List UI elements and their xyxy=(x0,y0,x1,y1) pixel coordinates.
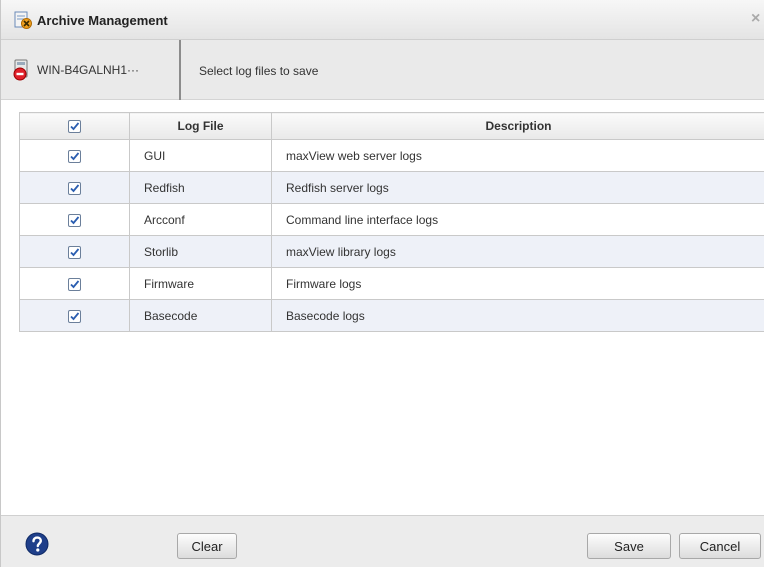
row-checkbox[interactable] xyxy=(68,277,81,291)
dialog-footer: Clear Save Cancel xyxy=(1,515,764,567)
log-file-cell: Arcconf xyxy=(129,203,272,236)
server-item[interactable]: WIN-B4GALNH1··· xyxy=(11,58,139,82)
description-cell: Command line interface logs xyxy=(271,203,764,236)
log-file-cell: GUI xyxy=(129,139,272,172)
title-bar[interactable]: Archive Management × xyxy=(1,0,764,40)
log-file-table: Log File Description GUI maxView web ser… xyxy=(19,112,764,332)
row-checkbox[interactable] xyxy=(68,213,81,227)
archive-management-dialog: Archive Management × WIN-B4GALNH1··· Sel… xyxy=(0,0,764,567)
log-file-cell: Firmware xyxy=(129,267,272,300)
save-button[interactable]: Save xyxy=(587,533,671,559)
description-cell: maxView library logs xyxy=(271,235,764,268)
column-header-log-file[interactable]: Log File xyxy=(129,112,272,140)
server-name: WIN-B4GALNH1··· xyxy=(37,63,140,77)
log-file-cell: Storlib xyxy=(129,235,272,268)
log-file-cell: Redfish xyxy=(129,171,272,204)
help-icon[interactable] xyxy=(25,532,49,556)
server-header: WIN-B4GALNH1··· Select log files to save xyxy=(1,40,764,100)
table-row[interactable]: Storlib maxView library logs xyxy=(19,235,764,268)
description-cell: Redfish server logs xyxy=(271,171,764,204)
table-row[interactable]: Basecode Basecode logs xyxy=(19,299,764,332)
header-divider xyxy=(179,40,181,100)
select-all-cell xyxy=(19,112,130,140)
table-header-row: Log File Description xyxy=(19,112,764,140)
description-cell: Firmware logs xyxy=(271,267,764,300)
server-error-icon xyxy=(11,59,33,81)
close-icon[interactable]: × xyxy=(751,11,764,27)
dialog-title: Archive Management xyxy=(37,13,168,28)
table-row[interactable]: Redfish Redfish server logs xyxy=(19,171,764,204)
cancel-button[interactable]: Cancel xyxy=(679,533,761,559)
description-cell: maxView web server logs xyxy=(271,139,764,172)
table-row[interactable]: GUI maxView web server logs xyxy=(19,139,764,172)
table-row[interactable]: Firmware Firmware logs xyxy=(19,267,764,300)
table-row[interactable]: Arcconf Command line interface logs xyxy=(19,203,764,236)
row-checkbox[interactable] xyxy=(68,245,81,259)
row-checkbox[interactable] xyxy=(68,149,81,163)
select-all-checkbox[interactable] xyxy=(68,120,81,134)
instruction-text: Select log files to save xyxy=(199,64,319,78)
clear-button[interactable]: Clear xyxy=(177,533,237,559)
row-checkbox[interactable] xyxy=(68,181,81,195)
description-cell: Basecode logs xyxy=(271,299,764,332)
column-header-description[interactable]: Description xyxy=(271,112,764,140)
row-checkbox[interactable] xyxy=(68,309,81,323)
log-file-cell: Basecode xyxy=(129,299,272,332)
archive-management-icon xyxy=(13,10,33,30)
